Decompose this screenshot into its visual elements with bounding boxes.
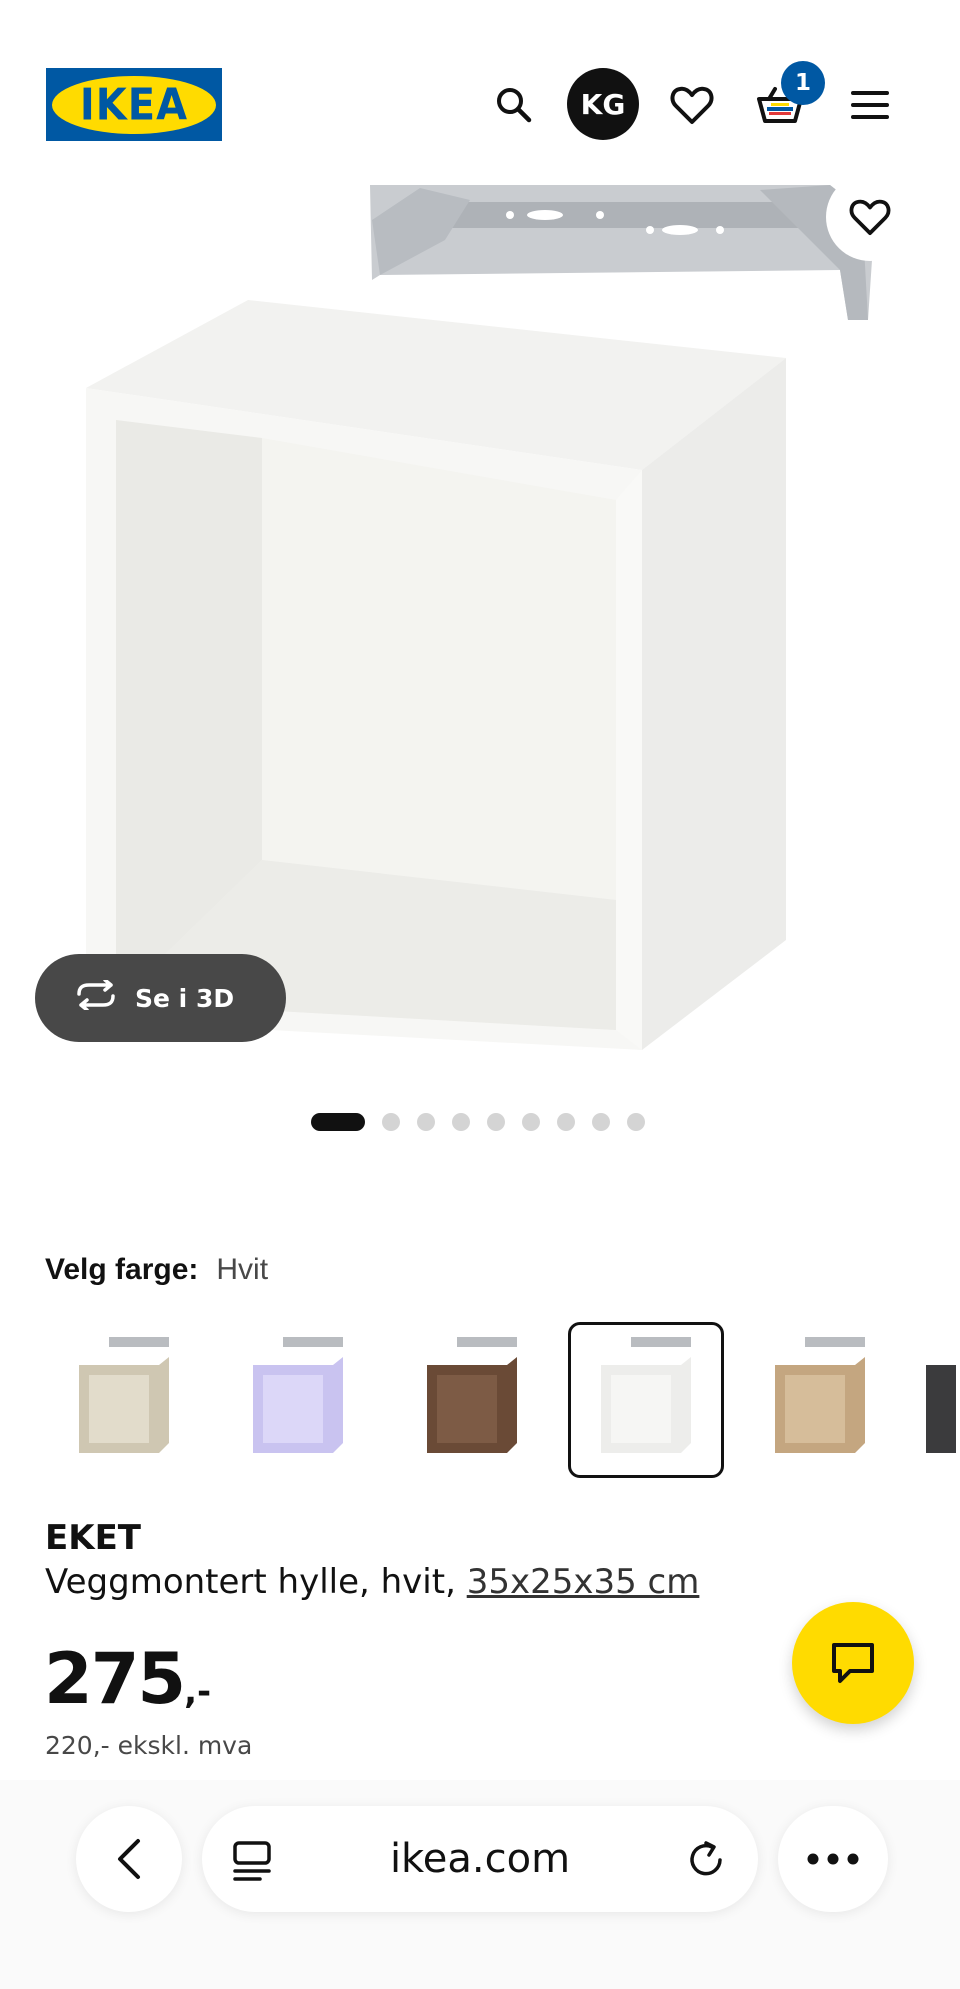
carousel-dot[interactable] xyxy=(417,1113,435,1131)
rotate-3d-icon xyxy=(73,978,119,1016)
product-description: Veggmontert hylle, hvit, 35x25x35 cm xyxy=(45,1562,699,1602)
view-in-3d-button[interactable]: Se i 3D xyxy=(35,954,286,1042)
search-icon[interactable] xyxy=(479,70,549,140)
product-description-text: Veggmontert hylle, hvit, xyxy=(45,1562,456,1602)
price-value: 275 xyxy=(44,1638,186,1720)
carousel-dots xyxy=(311,1113,645,1131)
product-price: 275,- xyxy=(44,1638,211,1720)
wall-bracket-illustration xyxy=(370,185,872,320)
color-label: Velg farge: xyxy=(45,1253,199,1286)
carousel-dot[interactable] xyxy=(557,1113,575,1131)
reader-view-icon[interactable] xyxy=(232,1840,272,1887)
reload-icon[interactable] xyxy=(684,1838,728,1887)
swatch-beige[interactable] xyxy=(46,1322,202,1478)
product-name: EKET xyxy=(45,1518,141,1558)
product-size-link[interactable]: 35x25x35 cm xyxy=(467,1562,700,1602)
logo-oval: IKEA xyxy=(52,75,216,134)
logo-text: IKEA xyxy=(79,79,189,130)
avatar[interactable]: KG xyxy=(567,68,639,140)
shelf-box-illustration xyxy=(86,300,786,1050)
url-text: ikea.com xyxy=(389,1836,571,1882)
price-ex-vat: 220,- ekskl. mva xyxy=(45,1731,253,1760)
chat-button[interactable] xyxy=(792,1602,914,1724)
ikea-logo[interactable]: IKEA xyxy=(46,68,222,141)
color-value: Hvit xyxy=(216,1253,269,1286)
chevron-left-icon xyxy=(118,1839,140,1879)
carousel-dot[interactable] xyxy=(487,1113,505,1131)
swatch-oak[interactable] xyxy=(742,1322,898,1478)
color-selector-heading: Velg farge: Hvit xyxy=(45,1253,268,1287)
heart-icon xyxy=(849,199,891,236)
save-to-favorites-button[interactable] xyxy=(826,173,914,261)
browser-more-button[interactable] xyxy=(778,1806,888,1912)
carousel-dot[interactable] xyxy=(592,1113,610,1131)
swatch-lilac[interactable] xyxy=(220,1322,376,1478)
carousel-dot[interactable] xyxy=(311,1113,365,1131)
swatch-dark-grey[interactable] xyxy=(916,1322,956,1478)
heart-icon[interactable] xyxy=(657,70,727,140)
more-icon xyxy=(807,1853,859,1865)
cart-count-badge: 1 xyxy=(781,61,825,105)
swatch-white[interactable] xyxy=(568,1322,724,1478)
price-suffix: ,- xyxy=(184,1672,212,1712)
carousel-dot[interactable] xyxy=(627,1113,645,1131)
color-swatches xyxy=(46,1322,956,1478)
carousel-dot[interactable] xyxy=(452,1113,470,1131)
view-in-3d-label: Se i 3D xyxy=(135,983,235,1013)
browser-back-button[interactable] xyxy=(76,1806,182,1912)
carousel-dot[interactable] xyxy=(522,1113,540,1131)
swatch-walnut[interactable] xyxy=(394,1322,550,1478)
menu-icon[interactable] xyxy=(835,70,905,140)
chat-icon xyxy=(832,1643,874,1683)
carousel-dot[interactable] xyxy=(382,1113,400,1131)
address-bar[interactable]: ikea.com xyxy=(202,1806,758,1912)
